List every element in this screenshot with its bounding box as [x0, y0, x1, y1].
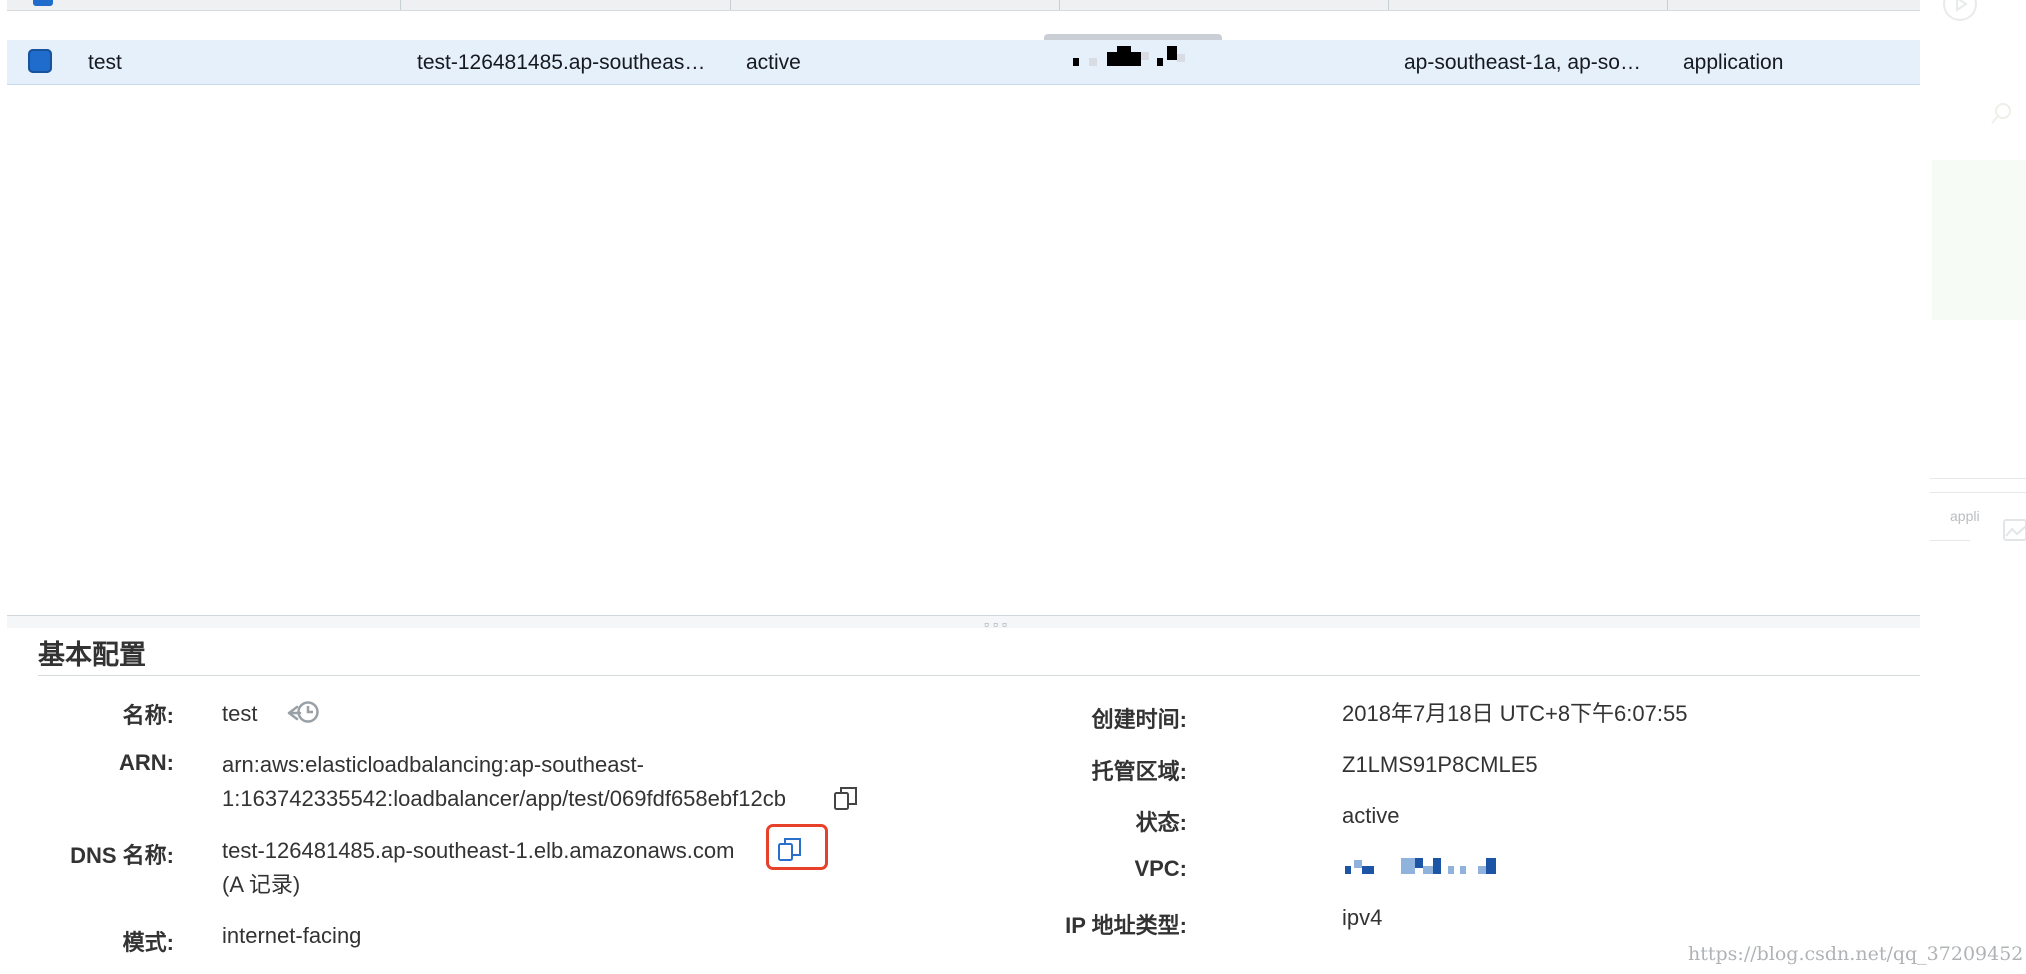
drag-handle-icon[interactable]: ▫▫▫	[984, 617, 1011, 631]
row-availability-zones: ap-southeast-1a, ap-so…	[1404, 51, 1641, 74]
search-icon[interactable]	[1988, 100, 2016, 128]
dns-record-type: (A 记录)	[222, 872, 301, 897]
hosted-zone-value: Z1LMS91P8CMLE5	[1342, 752, 1538, 777]
arn-line-2: 1:163742335542:loadbalancer/app/test/069…	[222, 786, 786, 811]
state-value: active	[1342, 803, 1400, 828]
copy-icon[interactable]	[832, 784, 860, 812]
section-title: 基本配置	[38, 640, 146, 670]
state-label: 状态:	[1135, 810, 1187, 835]
row-name: test	[88, 51, 122, 74]
divider	[1930, 478, 2026, 479]
name-value: test	[222, 701, 258, 726]
created-value: 2018年7月18日 UTC+8下午6:07:55	[1342, 701, 1688, 726]
table-row[interactable]: test test-126481485.ap-southeas… active …	[7, 40, 1920, 85]
panel-splitter[interactable]: ▫▫▫	[7, 615, 1920, 631]
ip-type-value: ipv4	[1342, 905, 1383, 930]
arn-line-1: arn:aws:elasticloadbalancing:ap-southeas…	[222, 752, 644, 777]
name-label: 名称:	[122, 703, 174, 728]
select-all-checkbox[interactable]	[33, 0, 53, 6]
scheme-label: 模式:	[122, 930, 174, 955]
column-divider[interactable]	[1388, 0, 1389, 10]
dns-label: DNS 名称:	[70, 843, 174, 868]
dns-value: test-126481485.ap-southeast-1.elb.amazon…	[222, 838, 735, 863]
vpc-label: VPC:	[1134, 856, 1187, 881]
divider	[1930, 492, 2026, 493]
side-panel: appli	[1920, 0, 2026, 974]
column-divider[interactable]	[1667, 0, 1668, 10]
arn-label: ARN:	[119, 750, 174, 775]
table-header	[7, 0, 1920, 11]
divider	[38, 675, 1920, 676]
row-checkbox[interactable]	[28, 49, 52, 73]
side-panel-highlight	[1932, 160, 2026, 320]
column-divider[interactable]	[730, 0, 731, 10]
created-label: 创建时间:	[1091, 707, 1187, 732]
play-icon[interactable]	[1942, 0, 1978, 22]
history-icon[interactable]	[276, 698, 320, 728]
row-type: application	[1683, 51, 1784, 74]
image-icon[interactable]	[2002, 516, 2026, 544]
main-panel: test test-126481485.ap-southeas… active …	[0, 0, 1920, 974]
divider	[1930, 540, 1970, 541]
hosted-zone-label: 托管区域:	[1091, 759, 1187, 784]
side-panel-text: appli	[1950, 508, 1980, 524]
row-dns-name: test-126481485.ap-southeas…	[417, 51, 706, 74]
ip-type-label: IP 地址类型:	[1065, 913, 1187, 938]
column-divider[interactable]	[1059, 0, 1060, 10]
copy-highlight-box	[766, 824, 828, 870]
watermark: https://blog.csdn.net/qq_37209452	[1688, 943, 2024, 965]
scheme-value: internet-facing	[222, 923, 362, 948]
row-state: active	[746, 51, 801, 74]
column-divider[interactable]	[400, 0, 401, 10]
